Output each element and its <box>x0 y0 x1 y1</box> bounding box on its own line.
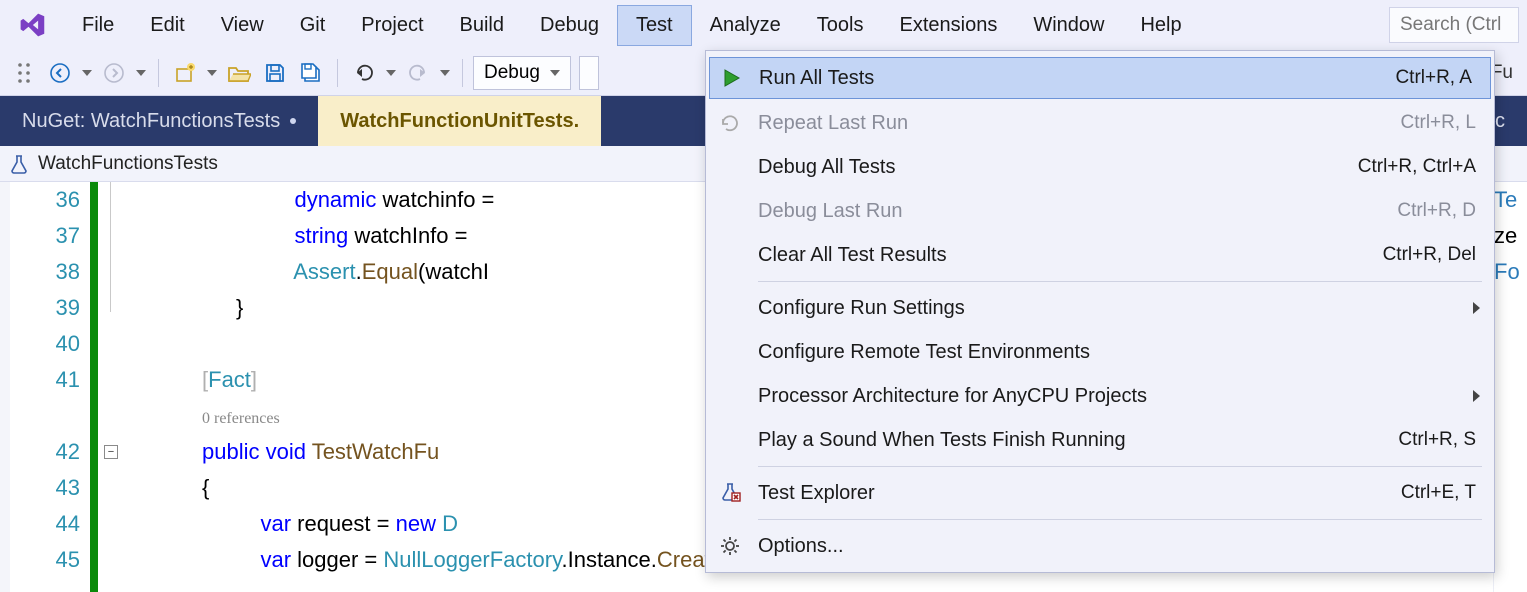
menu-debug[interactable]: Debug <box>522 6 617 45</box>
menu-view[interactable]: View <box>203 6 282 45</box>
menu-item-test-explorer[interactable]: Test Explorer Ctrl+E, T <box>706 471 1494 515</box>
menu-item-play-a-sound-when-tests-finish-running[interactable]: Play a Sound When Tests Finish Running Ct… <box>706 418 1494 462</box>
redo-more[interactable] <box>438 57 452 89</box>
menu-analyze[interactable]: Analyze <box>692 6 799 45</box>
menu-edit[interactable]: Edit <box>132 6 202 45</box>
menu-test[interactable]: Test <box>617 5 692 46</box>
menu-item-label: Configure Remote Test Environments <box>758 341 1090 364</box>
config-label: Debug <box>484 62 540 84</box>
shortcut-label: Ctrl+R, L <box>1401 112 1477 134</box>
nav-back-button[interactable] <box>44 57 76 89</box>
menubar: File Edit View Git Project Build Debug T… <box>0 0 1527 50</box>
shortcut-label: Ctrl+E, T <box>1401 482 1476 504</box>
blank-icon <box>716 382 744 410</box>
menu-item-clear-all-test-results[interactable]: Clear All Test Results Ctrl+R, Del <box>706 233 1494 277</box>
flask-icon <box>8 153 30 175</box>
shortcut-label: Ctrl+R, D <box>1397 200 1476 222</box>
breadcrumb-label: WatchFunctionsTests <box>38 153 218 175</box>
menu-item-label: Configure Run Settings <box>758 297 965 320</box>
undo-more[interactable] <box>384 57 398 89</box>
menu-tools[interactable]: Tools <box>799 6 882 45</box>
nav-forward-button <box>98 57 130 89</box>
separator <box>337 59 338 87</box>
blank-icon <box>716 338 744 366</box>
open-button[interactable] <box>223 57 255 89</box>
menu-separator <box>758 466 1482 467</box>
save-all-button[interactable] <box>295 57 327 89</box>
test-menu-dropdown: Run All Tests Ctrl+R, A Repeat Last Run Ctr… <box>705 50 1495 573</box>
menu-item-debug-last-run: Debug Last Run Ctrl+R, D <box>706 189 1494 233</box>
vs-logo <box>16 9 48 41</box>
menu-item-run-all-tests[interactable]: Run All Tests Ctrl+R, A <box>709 57 1491 99</box>
menu-item-label: Test Explorer <box>758 482 875 505</box>
menu-item-label: Play a Sound When Tests Finish Running <box>758 429 1126 452</box>
line-number-gutter: 36373839404142434445 <box>10 182 90 592</box>
menu-project[interactable]: Project <box>343 6 441 45</box>
blank-icon <box>716 294 744 322</box>
menu-build[interactable]: Build <box>442 6 522 45</box>
shortcut-label: Ctrl+R, Ctrl+A <box>1358 156 1476 178</box>
menu-item-label: Clear All Test Results <box>758 244 947 267</box>
menu-item-configure-remote-test-environments[interactable]: Configure Remote Test Environments <box>706 330 1494 374</box>
separator <box>158 59 159 87</box>
menu-item-repeat-last-run: Repeat Last Run Ctrl+R, L <box>706 101 1494 145</box>
blank-icon <box>716 197 744 225</box>
menu-separator <box>758 281 1482 282</box>
menu-item-label: Run All Tests <box>759 67 874 90</box>
save-button[interactable] <box>259 57 291 89</box>
search-input[interactable]: Search (Ctrl <box>1389 7 1519 43</box>
fold-toggle[interactable]: − <box>104 445 118 459</box>
config-dropdown[interactable]: Debug <box>473 56 571 90</box>
play-green-icon <box>717 64 745 92</box>
chevron-down-icon <box>550 70 560 76</box>
tab-nuget[interactable]: NuGet: WatchFunctionsTests <box>0 96 318 146</box>
menu-extensions[interactable]: Extensions <box>881 6 1015 45</box>
menu-item-debug-all-tests[interactable]: Debug All Tests Ctrl+R, Ctrl+A <box>706 145 1494 189</box>
submenu-arrow-icon <box>1473 302 1480 314</box>
editor-margin <box>0 182 10 592</box>
undo-button[interactable] <box>348 57 380 89</box>
redo-button[interactable] <box>402 57 434 89</box>
test-explorer-icon <box>716 479 744 507</box>
tab-label: WatchFunctionUnitTests. <box>340 110 579 133</box>
menu-window[interactable]: Window <box>1015 6 1122 45</box>
menu-git[interactable]: Git <box>282 6 344 45</box>
menu-item-label: Options... <box>758 535 844 558</box>
menu-item-label: Debug Last Run <box>758 200 903 223</box>
menu-item-configure-run-settings[interactable]: Configure Run Settings <box>706 286 1494 330</box>
menu-help[interactable]: Help <box>1122 6 1199 45</box>
nav-back-more[interactable] <box>80 57 94 89</box>
shortcut-label: Ctrl+R, S <box>1398 429 1476 451</box>
tab-label: NuGet: WatchFunctionsTests <box>22 110 280 133</box>
shortcut-label: Ctrl+R, Del <box>1383 244 1476 266</box>
fold-gutter[interactable]: − <box>98 182 126 592</box>
new-item-more[interactable] <box>205 57 219 89</box>
submenu-arrow-icon <box>1473 390 1480 402</box>
new-item-button[interactable] <box>169 57 201 89</box>
nav-fwd-more[interactable] <box>134 57 148 89</box>
blank-icon <box>716 153 744 181</box>
blank-icon <box>716 241 744 269</box>
menu-item-label: Processor Architecture for AnyCPU Projec… <box>758 385 1147 408</box>
platform-dropdown[interactable] <box>579 56 599 90</box>
change-bar <box>90 182 98 592</box>
right-peek: TezeFo <box>1493 182 1527 592</box>
separator <box>462 59 463 87</box>
grip-icon <box>8 57 40 89</box>
menu-file[interactable]: File <box>64 6 132 45</box>
menu-separator <box>758 519 1482 520</box>
repeat-icon <box>716 109 744 137</box>
shortcut-label: Ctrl+R, A <box>1395 67 1472 89</box>
menu-item-options[interactable]: Options... <box>706 524 1494 568</box>
dot-icon <box>290 118 296 124</box>
gear-icon <box>716 532 744 560</box>
menu-item-label: Debug All Tests <box>758 156 896 179</box>
menu-item-processor-architecture-for-anycpu-projects[interactable]: Processor Architecture for AnyCPU Projec… <box>706 374 1494 418</box>
tab-unit-tests[interactable]: WatchFunctionUnitTests. <box>318 96 601 146</box>
menu-item-label: Repeat Last Run <box>758 112 908 135</box>
blank-icon <box>716 426 744 454</box>
